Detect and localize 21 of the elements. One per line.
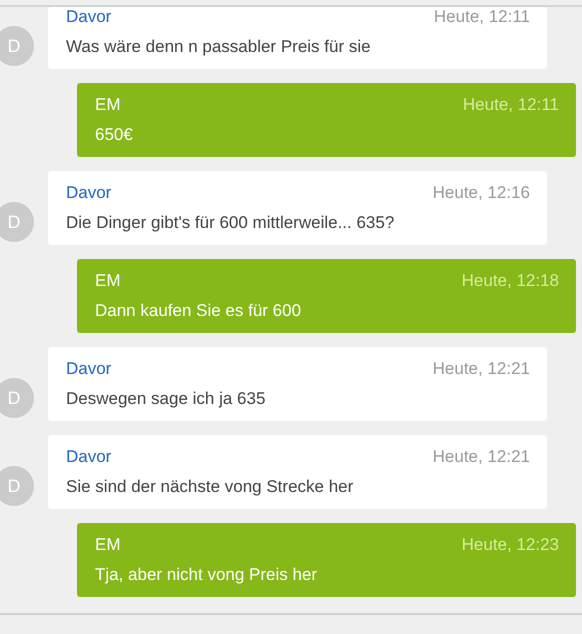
sender-name: Davor	[66, 359, 112, 379]
message-time: Heute, 12:21	[432, 359, 530, 379]
message-text: Was wäre denn n passabler Preis für sie	[66, 37, 372, 57]
sender-name: EM	[95, 271, 120, 291]
sender-name: EM	[95, 535, 120, 555]
sender-name: Davor	[66, 7, 112, 27]
message-time: Heute, 12:11	[462, 95, 559, 115]
message-time: Heute, 12:16	[432, 183, 530, 203]
message-text: Die Dinger gibt's für 600 mittlerweile... 635?	[66, 213, 396, 233]
message-text: Deswegen sage ich ja 635	[66, 389, 266, 409]
message-text: Dann kaufen Sie es für 600	[95, 301, 302, 321]
sender-name: EM	[95, 95, 120, 115]
message-text: 650€	[95, 125, 134, 145]
message-text: Tja, aber nicht vong Preis her	[95, 565, 318, 585]
message-time: Heute, 12:23	[462, 535, 559, 555]
sender-name: Davor	[66, 183, 112, 203]
sender-name: Davor	[66, 447, 112, 467]
message-time: Heute, 12:21	[432, 447, 530, 467]
message-time: Heute, 12:18	[462, 271, 559, 291]
message-text: Sie sind der nächste vong Strecke her	[66, 477, 354, 497]
message-time: Heute, 12:11	[434, 7, 530, 27]
